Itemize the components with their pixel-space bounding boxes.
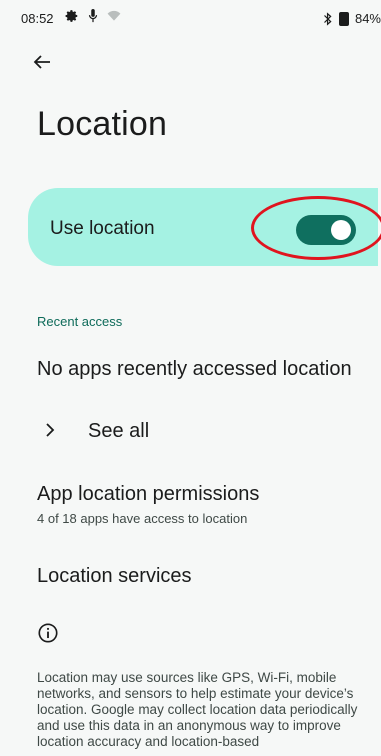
wifi-icon — [107, 10, 121, 21]
recent-access-header: Recent access — [37, 314, 123, 329]
page-title: Location — [37, 105, 168, 143]
location-services-item[interactable]: Location services — [28, 556, 368, 596]
status-bar: 08:52 84% — [0, 0, 381, 40]
status-icons-left — [65, 9, 121, 23]
toggle-knob — [331, 220, 351, 240]
arrow-left-icon[interactable] — [30, 50, 54, 74]
status-time: 08:52 — [21, 11, 54, 26]
bluetooth-icon — [324, 11, 332, 26]
gear-icon — [65, 10, 78, 22]
app-location-permissions-item[interactable]: App location permissions 4 of 18 apps ha… — [28, 475, 368, 531]
no-recent-apps-text: No apps recently accessed location — [37, 358, 352, 380]
see-all-button[interactable]: See all — [28, 410, 368, 454]
app-location-permissions-subtitle: 4 of 18 apps have access to location — [37, 511, 248, 526]
info-icon — [38, 623, 58, 643]
status-icons-right: 84% — [323, 11, 381, 26]
battery-icon — [338, 11, 349, 26]
location-services-label: Location services — [37, 565, 192, 587]
see-all-label: See all — [88, 420, 150, 442]
battery-percent: 84% — [354, 11, 381, 26]
use-location-label: Use location — [50, 218, 155, 239]
mic-icon — [88, 9, 98, 23]
chevron-right-icon — [46, 423, 55, 437]
app-location-permissions-title: App location permissions — [37, 483, 260, 505]
location-info-text: Location may use sources like GPS, Wi-Fi… — [37, 670, 358, 749]
use-location-toggle[interactable] — [296, 215, 356, 245]
use-location-card[interactable]: Use location — [28, 188, 378, 266]
